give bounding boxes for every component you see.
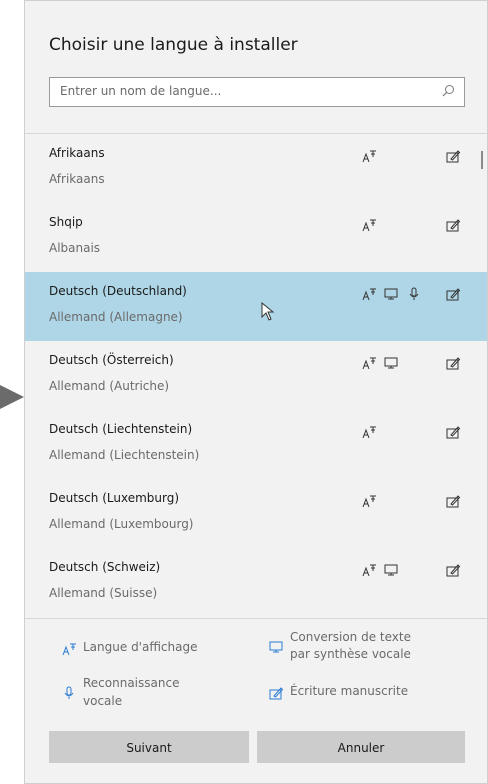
list-item[interactable]: Shqip Albanais (25, 203, 487, 272)
language-native-name: Allemand (Luxembourg) (49, 517, 194, 531)
language-name: Afrikaans (49, 146, 105, 160)
list-item-selected[interactable]: Deutsch (Deutschland) Allemand (Allemagn… (25, 272, 487, 341)
list-item[interactable]: Deutsch (Liechtenstein) Allemand (Liecht… (25, 410, 487, 479)
list-item[interactable]: Deutsch (Österreich) Allemand (Autriche) (25, 341, 487, 410)
handwriting-icon (445, 562, 461, 578)
search-placeholder: Entrer un nom de langue... (60, 84, 222, 98)
list-item[interactable]: Afrikaans Afrikaans (25, 134, 487, 203)
dialog-title: Choisir une langue à installer (49, 35, 298, 55)
list-item[interactable]: Deutsch (Schweiz) Allemand (Suisse) (25, 548, 487, 617)
language-name: Deutsch (Deutschland) (49, 284, 187, 298)
language-name: Deutsch (Luxemburg) (49, 491, 180, 505)
language-native-name: Allemand (Liechtenstein) (49, 448, 200, 462)
scrollbar-thumb[interactable] (481, 151, 483, 169)
display-language-icon (361, 286, 377, 302)
handwriting-icon (445, 286, 461, 302)
language-native-name: Allemand (Suisse) (49, 586, 158, 600)
language-name: Deutsch (Liechtenstein) (49, 422, 193, 436)
language-name: Shqip (49, 215, 83, 229)
display-language-icon (61, 641, 77, 657)
handwriting-icon (445, 217, 461, 233)
language-list: Afrikaans Afrikaans Shqip Albanais Deuts… (25, 134, 487, 618)
display-language-icon (361, 424, 377, 440)
handwriting-icon (445, 148, 461, 164)
handwriting-icon (268, 685, 284, 701)
legend-label: Écriture manuscrite (290, 684, 409, 698)
speech-recognition-icon (61, 685, 77, 701)
legend-label: Langue d'affichage (83, 640, 198, 654)
text-to-speech-icon (383, 355, 399, 371)
mouse-cursor-icon (261, 302, 275, 321)
feature-legend: Langue d'affichage Conversion de texte p… (25, 619, 487, 719)
language-native-name: Albanais (49, 241, 101, 255)
display-language-icon (361, 217, 377, 233)
speech-recognition-icon (406, 286, 422, 302)
display-language-icon (361, 493, 377, 509)
text-to-speech-icon (383, 286, 399, 302)
next-button[interactable]: Suivant (49, 731, 249, 763)
language-native-name: Allemand (Autriche) (49, 379, 170, 393)
language-native-name: Afrikaans (49, 172, 105, 186)
text-to-speech-icon (383, 562, 399, 578)
legend-label-line1: Reconnaissance (83, 676, 180, 690)
display-language-icon (361, 562, 377, 578)
list-item[interactable]: Deutsch (Luxemburg) Allemand (Luxembourg… (25, 479, 487, 548)
handwriting-icon (445, 355, 461, 371)
legend-label-line2: vocale (83, 694, 123, 708)
pointer-arrow-icon (0, 385, 24, 409)
handwriting-icon (445, 493, 461, 509)
language-picker-dialog: Choisir une langue à installer Entrer un… (24, 0, 488, 784)
legend-label-line1: Conversion de texte (290, 630, 411, 644)
display-language-icon (361, 148, 377, 164)
legend-label-line2: par synthèse vocale (290, 647, 411, 661)
search-input[interactable]: Entrer un nom de langue... (49, 77, 465, 107)
language-name: Deutsch (Schweiz) (49, 560, 161, 574)
cancel-button[interactable]: Annuler (257, 731, 465, 763)
handwriting-icon (445, 424, 461, 440)
display-language-icon (361, 355, 377, 371)
language-name: Deutsch (Österreich) (49, 353, 174, 367)
search-icon[interactable] (440, 83, 456, 99)
text-to-speech-icon (268, 639, 284, 655)
language-native-name: Allemand (Allemagne) (49, 310, 183, 324)
